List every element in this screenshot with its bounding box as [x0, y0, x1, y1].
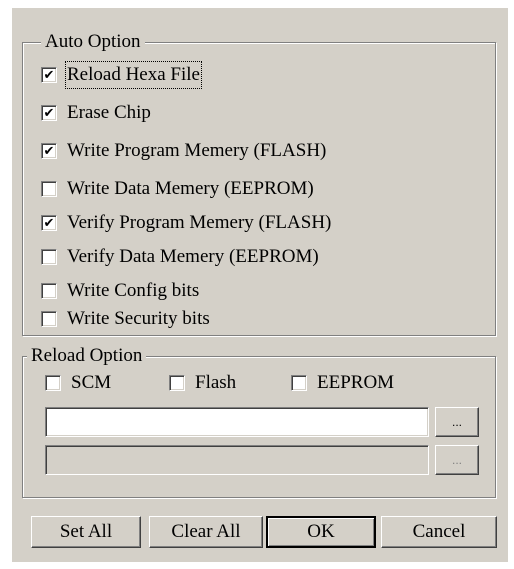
auto-option-legend: Auto Option [41, 30, 145, 54]
write-security-bits-checkbox[interactable]: Write Security bits [41, 307, 210, 331]
browse-button[interactable]: ... [435, 407, 479, 437]
verify-data-memory-checkbox[interactable]: Verify Data Memery (EEPROM) [41, 245, 319, 269]
flash-checkbox[interactable]: Flash [169, 371, 236, 395]
write-data-memory-label: Write Data Memery (EEPROM) [67, 178, 314, 199]
write-security-bits-label: Write Security bits [67, 308, 210, 329]
reload-hexa-file-checkbox-box[interactable]: ✔ [41, 67, 57, 83]
clear-all-button[interactable]: Clear All [149, 516, 263, 548]
erase-chip-checkbox[interactable]: ✔ Erase Chip [41, 101, 151, 125]
auto-option-dialog: Auto Option ✔ Reload Hexa File ✔ Erase C… [12, 8, 508, 562]
write-program-memory-checkbox[interactable]: ✔ Write Program Memery (FLASH) [41, 139, 326, 163]
flash-checkbox-box[interactable] [169, 375, 185, 391]
write-program-memory-label: Write Program Memery (FLASH) [67, 140, 327, 161]
reload-hexa-file-label: Reload Hexa File [65, 61, 202, 89]
ok-button[interactable]: OK [266, 516, 376, 548]
write-config-bits-checkbox-box[interactable] [41, 283, 57, 299]
flash-label: Flash [195, 372, 237, 393]
write-security-bits-checkbox-box[interactable] [41, 311, 57, 327]
eeprom-checkbox-box[interactable] [291, 375, 307, 391]
verify-program-memory-checkbox-box[interactable]: ✔ [41, 215, 57, 231]
reload-option-legend: Reload Option [27, 344, 147, 368]
eeprom-checkbox[interactable]: EEPROM [291, 371, 394, 395]
erase-chip-label: Erase Chip [67, 102, 151, 123]
write-program-memory-checkbox-box[interactable]: ✔ [41, 143, 57, 159]
cancel-button[interactable]: Cancel [381, 516, 497, 548]
reload-hexa-file-checkbox[interactable]: ✔ Reload Hexa File [41, 61, 202, 89]
reload-option-group: Reload Option SCM Flash EEPROM ... ... [22, 344, 496, 498]
verify-program-memory-checkbox[interactable]: ✔ Verify Program Memery (FLASH) [41, 211, 331, 235]
set-all-button[interactable]: Set All [31, 516, 141, 548]
erase-chip-checkbox-box[interactable]: ✔ [41, 105, 57, 121]
eeprom-label: EEPROM [317, 372, 395, 393]
reload-path-input-disabled [45, 445, 429, 475]
write-config-bits-checkbox[interactable]: Write Config bits [41, 279, 199, 303]
scm-checkbox-box[interactable] [45, 375, 61, 391]
verify-data-memory-label: Verify Data Memery (EEPROM) [67, 246, 319, 267]
scm-label: SCM [71, 372, 112, 393]
verify-program-memory-label: Verify Program Memery (FLASH) [67, 212, 332, 233]
reload-path-input[interactable] [45, 407, 429, 437]
browse-button-disabled: ... [435, 445, 479, 475]
write-config-bits-label: Write Config bits [67, 280, 200, 301]
scm-checkbox[interactable]: SCM [45, 371, 111, 395]
write-data-memory-checkbox[interactable]: Write Data Memery (EEPROM) [41, 177, 314, 201]
write-data-memory-checkbox-box[interactable] [41, 181, 57, 197]
verify-data-memory-checkbox-box[interactable] [41, 249, 57, 265]
auto-option-group: Auto Option ✔ Reload Hexa File ✔ Erase C… [22, 30, 496, 336]
